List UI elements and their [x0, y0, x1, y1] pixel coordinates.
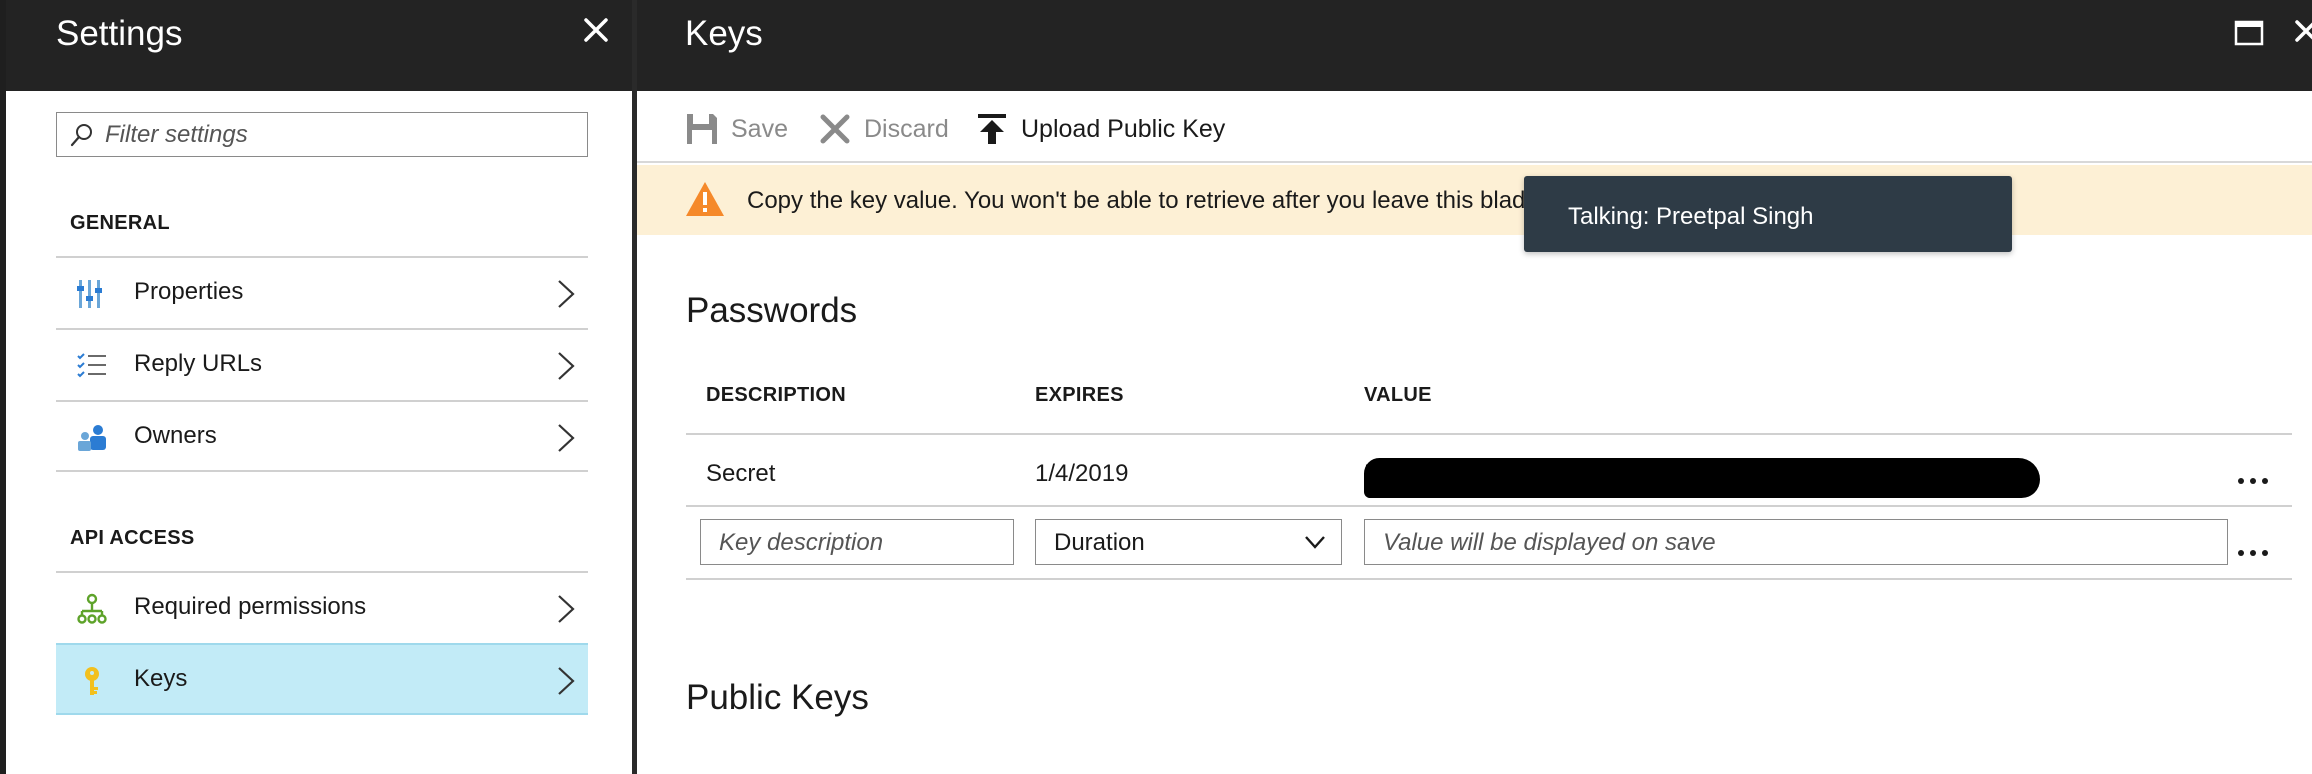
list-icon: [77, 353, 106, 378]
general-section-label: GENERAL: [70, 212, 170, 234]
table-divider: [686, 578, 2292, 580]
api-access-section-label: API ACCESS: [70, 527, 195, 549]
column-header-expires: EXPIRES: [1035, 384, 1124, 406]
table-divider: [686, 505, 2292, 507]
portal-window: Settings GENERAL Properties: [0, 0, 2312, 774]
owners-icon: [78, 425, 106, 451]
warning-banner: Copy the key value. You won't be able to…: [637, 165, 2312, 235]
column-header-value: VALUE: [1364, 384, 1432, 406]
settings-title: Settings: [56, 14, 183, 53]
public-keys-heading: Public Keys: [686, 678, 869, 717]
properties-icon: [77, 280, 102, 308]
filter-settings-field[interactable]: [56, 112, 588, 157]
sidebar-item-label: Keys: [134, 665, 188, 692]
settings-header: Settings: [6, 0, 632, 91]
save-button[interactable]: Save: [685, 109, 788, 149]
warning-text: Copy the key value. You won't be able to…: [747, 187, 1526, 214]
chevron-right-icon: [558, 424, 575, 452]
search-icon: [70, 124, 92, 147]
keys-toolbar: Save Discard Upload Public Key: [637, 91, 2312, 163]
table-divider: [686, 433, 2292, 435]
keys-title: Keys: [685, 14, 763, 53]
close-icon[interactable]: [578, 12, 614, 48]
secret-description: Secret: [706, 460, 776, 487]
chevron-down-icon: [1305, 536, 1325, 549]
discard-icon: [820, 114, 850, 144]
tooltip-text: Talking: Preetpal Singh: [1568, 203, 1814, 230]
key-description-field[interactable]: [700, 519, 1014, 565]
chevron-right-icon: [558, 667, 575, 695]
warning-icon: [686, 182, 724, 216]
duration-value: Duration: [1054, 529, 1145, 556]
sidebar-item-reply-urls[interactable]: Reply URLs: [56, 328, 588, 400]
upload-public-key-button[interactable]: Upload Public Key: [975, 109, 1225, 149]
value-input[interactable]: [1383, 526, 2203, 560]
key-icon: [85, 667, 99, 695]
duration-select[interactable]: Duration: [1035, 519, 1342, 565]
discard-button[interactable]: Discard: [818, 109, 949, 149]
more-options-icon[interactable]: [2236, 548, 2270, 558]
sidebar-item-label: Properties: [134, 278, 244, 305]
save-label: Save: [731, 114, 788, 143]
sidebar-item-label: Reply URLs: [134, 350, 263, 377]
discard-label: Discard: [864, 114, 949, 143]
chevron-right-icon: [558, 595, 575, 623]
keys-header: Keys: [637, 0, 2312, 91]
sidebar-item-owners[interactable]: Owners: [56, 400, 588, 472]
sidebar-item-properties[interactable]: Properties: [56, 256, 588, 328]
sidebar-item-label: Owners: [134, 422, 217, 449]
save-icon: [687, 114, 717, 144]
key-description-input[interactable]: [719, 526, 999, 560]
chevron-right-icon: [558, 352, 575, 380]
more-options-icon[interactable]: [2236, 476, 2270, 486]
redaction-mark: [1364, 458, 2040, 498]
sidebar-item-keys[interactable]: Keys: [56, 643, 588, 715]
sidebar-item-label: Required permissions: [134, 593, 367, 620]
permissions-icon: [77, 593, 107, 624]
filter-settings-input[interactable]: [105, 118, 575, 152]
passwords-heading: Passwords: [686, 291, 858, 330]
column-header-description: DESCRIPTION: [706, 384, 846, 406]
settings-blade: Settings GENERAL Properties: [0, 0, 632, 774]
upload-icon: [978, 114, 1006, 144]
value-field[interactable]: [1364, 519, 2228, 565]
close-icon[interactable]: [2291, 14, 2312, 50]
maximize-icon[interactable]: [2234, 20, 2264, 46]
talking-tooltip: Talking: Preetpal Singh: [1524, 176, 2012, 252]
upload-label: Upload Public Key: [1021, 114, 1226, 143]
chevron-right-icon: [558, 280, 575, 308]
sidebar-item-required-permissions[interactable]: Required permissions: [56, 571, 588, 643]
secret-expires: 1/4/2019: [1035, 460, 1129, 487]
